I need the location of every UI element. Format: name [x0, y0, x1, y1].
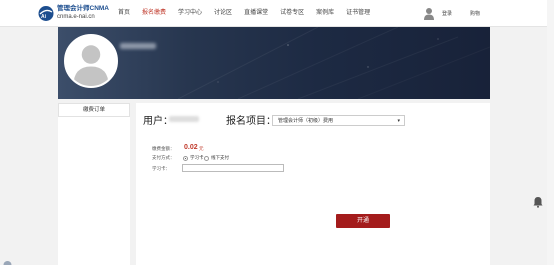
svg-text:Ai: Ai	[41, 14, 47, 20]
radio-offline-payment-label[interactable]: 线下支付	[211, 155, 229, 161]
amount-value: 0.02	[184, 144, 198, 151]
sidebar-item-payment-orders[interactable]: 缴费订单	[58, 103, 130, 117]
cart-link[interactable]: 购物	[470, 10, 480, 17]
user-icon[interactable]	[424, 7, 434, 20]
page-scrollbar[interactable]	[547, 0, 554, 265]
cnma-logo-icon[interactable]: Ai	[37, 5, 55, 22]
project-select-value: 管理会计师（初级）费用	[278, 118, 334, 124]
default-avatar-icon	[66, 36, 116, 86]
brand-name[interactable]: 管理会计师CNMA	[57, 5, 109, 13]
nav-certificates[interactable]: 证书管理	[346, 0, 370, 27]
nav-learning-center[interactable]: 学习中心	[178, 0, 202, 27]
nav-exam-papers[interactable]: 试卷专区	[280, 0, 304, 27]
radio-study-card[interactable]	[183, 155, 188, 161]
project-select[interactable]: 管理会计师（初级）费用 ▾	[272, 115, 405, 126]
nav-home[interactable]: 首页	[118, 0, 130, 27]
nav-discussion[interactable]: 讨论区	[214, 0, 232, 27]
login-link[interactable]: 登录	[442, 10, 452, 17]
top-header: Ai 管理会计师CNMA cnma.e-nai.cn 首页 报名缴费 学习中心 …	[0, 0, 554, 27]
corner-logo-icon	[3, 261, 12, 265]
main-nav: 首页 报名缴费 学习中心 讨论区 直播课堂 试卷专区 案例库 证书管理	[118, 0, 382, 27]
sidebar: 缴费订单	[58, 103, 130, 265]
open-button[interactable]: 开通	[336, 214, 390, 228]
nav-case-library[interactable]: 案例库	[316, 0, 334, 27]
profile-banner	[58, 27, 490, 99]
radio-offline-payment[interactable]	[204, 155, 209, 161]
banner-pattern	[177, 27, 490, 99]
study-card-input[interactable]	[182, 164, 284, 172]
nav-registration-payment[interactable]: 报名缴费	[142, 0, 166, 27]
chevron-down-icon: ▾	[397, 118, 400, 124]
amount-label: 缴费金额：	[152, 146, 175, 151]
avatar[interactable]	[64, 34, 118, 88]
user-name-redacted	[169, 116, 199, 122]
payment-form-panel: 用户： 报名项目： 管理会计师（初级）费用 ▾ 缴费金额： 0.02 元 支付方…	[136, 103, 490, 265]
project-label: 报名项目：	[226, 116, 276, 127]
avatar-username-redacted	[120, 43, 156, 49]
payment-method-label: 支付方式：	[152, 155, 175, 160]
radio-study-card-label[interactable]: 学习卡	[190, 155, 204, 161]
study-card-label: 学习卡：	[152, 166, 170, 171]
brand-url: cnma.e-nai.cn	[57, 14, 95, 20]
amount-unit: 元	[199, 146, 204, 151]
nav-live-class[interactable]: 直播课堂	[244, 0, 268, 27]
bell-icon[interactable]	[533, 196, 543, 208]
